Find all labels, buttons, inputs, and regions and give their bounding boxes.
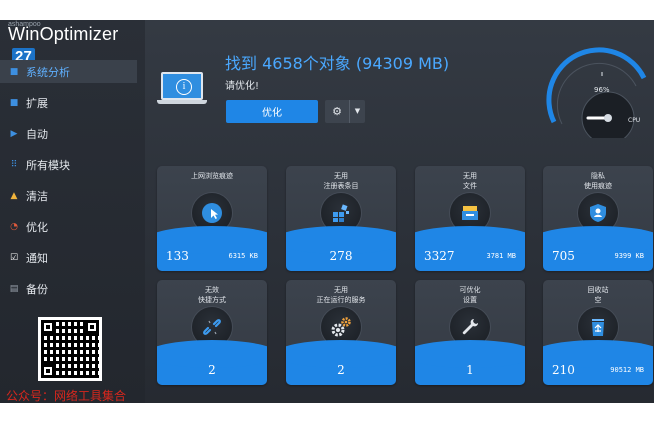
page-subtitle: 请优化! — [225, 81, 260, 92]
gear-icon[interactable]: ⚙ — [325, 105, 349, 118]
square-icon: ■ — [9, 66, 19, 77]
laptop-base — [157, 100, 207, 104]
tile-label: 可优化 设置 — [459, 286, 481, 304]
backup-icon: ▤ — [9, 283, 19, 294]
sidebar-item-label: 扩展 — [26, 96, 48, 110]
sidebar-item-optimize[interactable]: ◔ 优化 — [0, 215, 137, 238]
sidebar-item-backup[interactable]: ▤ 备份 — [0, 277, 137, 300]
tile-size: 9399 KB — [614, 251, 644, 260]
tile-count: 210 — [552, 362, 575, 377]
tile-footer: 278 — [286, 226, 396, 271]
sidebar-item-label: 系统分析 — [26, 65, 70, 79]
sidebar-item-label: 自动 — [26, 127, 48, 141]
sidebar-item-label: 通知 — [26, 251, 48, 265]
laptop-info-icon: i — [157, 72, 207, 106]
tile-invalid-shortcuts[interactable]: 无效 快捷方式 2 — [157, 280, 267, 385]
tile-browser-traces[interactable]: 上网浏览痕迹 133 6315 KB — [157, 166, 267, 271]
gauge-value-label: 96% — [594, 86, 610, 94]
sidebar-nav: ■ 系统分析 ■ 扩展 ▶ 自动 ⠿ 所有模块 ▲ 清洁 ◔ 优化 ☑ 通知 ▤ 备份 — [0, 60, 137, 308]
checkbox-icon: ☑ — [9, 252, 19, 263]
tile-recycle-bin[interactable]: 回收站 空 210 90512 MB — [543, 280, 653, 385]
main-panel: i 找到 4658个对象 (94309 MB) 请优化! 优化 ⚙ ▼ 96% … — [145, 20, 654, 403]
tile-label: 上网浏览痕迹 — [191, 172, 233, 180]
qr-finder-bottom-left — [41, 364, 55, 378]
wrench-icon — [462, 319, 478, 335]
laptop-screen: i — [161, 72, 203, 100]
tile-footer: 705 9399 KB — [543, 226, 653, 271]
cursor-icon — [202, 203, 222, 223]
tile-footer: 2 — [286, 340, 396, 385]
tile-label: 无用 注册表条目 — [323, 172, 359, 190]
shield-icon — [590, 204, 606, 222]
sidebar-item-system-analysis[interactable]: ■ 系统分析 — [0, 60, 137, 83]
sidebar-item-all-modules[interactable]: ⠿ 所有模块 — [0, 153, 137, 176]
broom-icon: ▲ — [10, 190, 18, 201]
sidebar-item-label: 所有模块 — [26, 158, 70, 172]
sidebar-item-extend[interactable]: ■ 扩展 — [0, 91, 137, 114]
qr-pattern — [41, 320, 99, 378]
qr-finder-top-right — [85, 320, 99, 334]
tile-running-services[interactable]: 无用 正在运行的服务 2 — [286, 280, 396, 385]
qr-code — [38, 317, 102, 381]
play-icon: ▶ — [10, 128, 18, 139]
broken-link-icon — [203, 319, 221, 335]
tile-label: 隐私 使用痕迹 — [584, 172, 612, 190]
square-icon: ■ — [9, 97, 19, 108]
gauge-icon: ◔ — [10, 221, 18, 232]
tile-footer: 3327 3781 MB — [415, 226, 525, 271]
info-icon: i — [176, 79, 192, 95]
tile-label: 无效 快捷方式 — [198, 286, 226, 304]
gears-icon — [331, 317, 351, 337]
tile-count: 2 — [337, 362, 345, 377]
tile-privacy-traces[interactable]: 隐私 使用痕迹 705 9399 KB — [543, 166, 653, 271]
sidebar-item-clean[interactable]: ▲ 清洁 — [0, 184, 137, 207]
settings-split-button[interactable]: ⚙ ▼ — [325, 100, 365, 123]
tile-footer: 133 6315 KB — [157, 226, 267, 271]
optimize-button[interactable]: 优化 — [226, 100, 318, 123]
tile-optimizable-settings[interactable]: 可优化 设置 1 — [415, 280, 525, 385]
app-window: ashampoo WinOptimizer27 ■ 系统分析 ■ 扩展 ▶ 自动 ⠿ 所… — [0, 20, 654, 403]
tile-size: 90512 MB — [610, 365, 644, 374]
tile-registry-entries[interactable]: 无用 注册表条目 278 — [286, 166, 396, 271]
tile-footer: 2 — [157, 340, 267, 385]
page-title: 找到 4658个对象 (94309 MB) — [225, 54, 450, 73]
tile-size: 3781 MB — [486, 251, 516, 260]
tile-count: 3327 — [424, 248, 455, 263]
tile-size: 6315 KB — [228, 251, 258, 260]
recycle-bin-icon — [592, 319, 604, 336]
sidebar-item-label: 优化 — [26, 220, 48, 234]
gauge-cpu-label: CPU — [628, 117, 640, 124]
brand-name: WinOptimizer — [8, 24, 119, 44]
tile-count: 1 — [466, 362, 474, 377]
tile-label: 无用 正在运行的服务 — [316, 286, 366, 304]
tile-label: 回收站 空 — [587, 286, 609, 304]
qr-finder-top-left — [41, 320, 55, 334]
tile-count: 133 — [166, 248, 189, 263]
files-icon — [462, 206, 478, 220]
sidebar-item-label: 备份 — [26, 282, 48, 296]
tile-count: 278 — [329, 248, 353, 263]
tile-footer: 1 — [415, 340, 525, 385]
gauge-hub — [604, 114, 612, 122]
sidebar-item-auto[interactable]: ▶ 自动 — [0, 122, 137, 145]
tile-count: 705 — [552, 248, 575, 263]
cpu-gauge: 96% CPU — [546, 47, 647, 138]
tile-label: 无用 文件 — [463, 172, 477, 190]
sidebar-item-notify[interactable]: ☑ 通知 — [0, 246, 137, 269]
registry-icon — [333, 204, 349, 222]
tile-count: 2 — [208, 362, 216, 377]
sidebar-item-label: 清洁 — [26, 189, 48, 203]
sidebar: ashampoo WinOptimizer27 ■ 系统分析 ■ 扩展 ▶ 自动 ⠿ 所… — [0, 20, 145, 403]
chevron-down-icon[interactable]: ▼ — [349, 100, 365, 123]
tile-junk-files[interactable]: 无用 文件 3327 3781 MB — [415, 166, 525, 271]
watermark-text: 公众号：网络工具集合 — [6, 389, 127, 403]
grid-icon: ⠿ — [10, 159, 18, 170]
tile-footer: 210 90512 MB — [543, 340, 653, 385]
